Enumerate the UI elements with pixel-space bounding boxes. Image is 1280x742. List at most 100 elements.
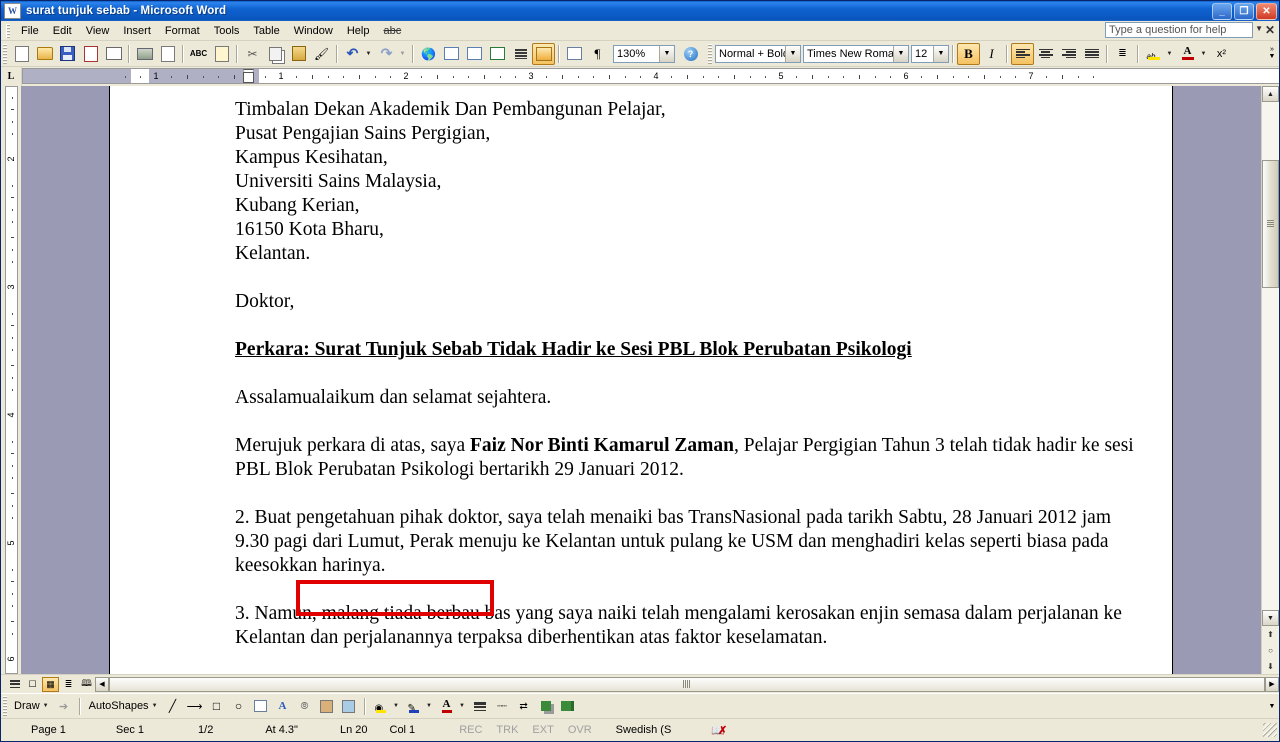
superscript-button[interactable]: x²: [1210, 43, 1233, 65]
email-icon[interactable]: [102, 43, 125, 65]
tab-selector-button[interactable]: L: [1, 67, 22, 86]
scroll-left-button[interactable]: ◀: [95, 676, 109, 692]
outline-view-button[interactable]: ≣: [60, 677, 77, 692]
standard-toolbar-grip[interactable]: [3, 43, 7, 64]
menu-help[interactable]: Help: [340, 23, 377, 39]
redo-icon[interactable]: ↷: [375, 43, 398, 65]
select-browse-object-button[interactable]: ○: [1262, 642, 1279, 658]
reading-layout-view-button[interactable]: 🕮: [78, 677, 95, 692]
status-ovr[interactable]: OVR: [556, 724, 594, 736]
menu-file[interactable]: File: [14, 23, 46, 39]
zoom-combo[interactable]: 130% ▼: [613, 44, 675, 63]
horizontal-ruler[interactable]: 1 1 2 3 4 5 6 7: [22, 68, 1279, 84]
vertical-scrollbar[interactable]: ▲ ▼ ⬆ ○ ⬇: [1261, 86, 1279, 674]
menu-insert[interactable]: Insert: [116, 23, 158, 39]
drawing-toolbar-overflow-icon[interactable]: ▼: [1266, 696, 1278, 716]
font-size-dropdown-icon[interactable]: ▼: [933, 45, 948, 62]
resize-grip[interactable]: [1263, 723, 1277, 737]
undo-dropdown-icon[interactable]: ▼: [364, 43, 375, 65]
horizontal-scroll-thumb[interactable]: [109, 676, 1265, 692]
document-text[interactable]: Timbalan Dekan Akademik Dan Pembangunan …: [110, 98, 1172, 650]
numbering-button[interactable]: ≣: [1111, 43, 1134, 65]
italic-button[interactable]: I: [980, 43, 1003, 65]
insert-table-icon[interactable]: [463, 43, 486, 65]
scroll-right-button[interactable]: ▶: [1265, 676, 1279, 692]
spelling-error-icon[interactable]: 📖 ✗: [711, 723, 727, 737]
insert-picture-icon[interactable]: [338, 696, 360, 716]
help-question-input[interactable]: Type a question for help: [1105, 22, 1253, 38]
insert-hyperlink-icon[interactable]: 🌎: [417, 43, 440, 65]
oval-icon[interactable]: ○: [228, 696, 250, 716]
print-layout-view-button[interactable]: ▦: [42, 676, 59, 692]
draw-menu-button[interactable]: Draw ▼: [10, 700, 53, 712]
autoshapes-dropdown-icon[interactable]: ▼: [152, 703, 158, 709]
drawing-toolbar-grip[interactable]: [3, 696, 7, 716]
status-language[interactable]: Swedish (S: [594, 724, 674, 736]
style-combo[interactable]: Normal + Bold, ▼: [715, 44, 801, 63]
formatting-toolbar-overflow-icon[interactable]: » ▼: [1266, 43, 1278, 63]
arrow-icon[interactable]: ⟶: [184, 696, 206, 716]
paste-icon[interactable]: [287, 43, 310, 65]
style-dropdown-icon[interactable]: ▼: [785, 45, 800, 62]
tables-and-borders-icon[interactable]: [440, 43, 463, 65]
scroll-up-button[interactable]: ▲: [1262, 86, 1279, 102]
document-page[interactable]: Timbalan Dekan Akademik Dan Pembangunan …: [109, 86, 1173, 674]
draw-dropdown-icon[interactable]: ▼: [43, 703, 49, 709]
font-dropdown-icon[interactable]: ▼: [893, 45, 908, 62]
spelling-grammar-icon[interactable]: ABC: [187, 43, 210, 65]
autoshapes-menu-button[interactable]: AutoShapes ▼: [85, 700, 162, 712]
font-color-dropdown-icon[interactable]: ▼: [1199, 43, 1210, 65]
fill-color-icon[interactable]: ◉: [370, 696, 392, 716]
next-page-button[interactable]: ⬇: [1262, 658, 1279, 674]
drawing-toggle-icon[interactable]: [532, 42, 555, 65]
minimize-button[interactable]: _: [1212, 2, 1232, 20]
format-painter-icon[interactable]: 🖌: [310, 43, 333, 65]
menu-window[interactable]: Window: [287, 23, 340, 39]
menu-grip[interactable]: [6, 23, 10, 38]
fill-color-dropdown-icon[interactable]: ▼: [392, 696, 403, 716]
text-box-icon[interactable]: [250, 696, 272, 716]
show-formatting-marks-icon[interactable]: ¶: [586, 43, 609, 65]
line-style-icon[interactable]: [469, 696, 491, 716]
zoom-dropdown-icon[interactable]: ▼: [659, 45, 674, 62]
bold-button[interactable]: B: [957, 42, 980, 65]
redo-dropdown-icon[interactable]: ▼: [398, 43, 409, 65]
previous-page-button[interactable]: ⬆: [1262, 626, 1279, 642]
rectangle-icon[interactable]: □: [206, 696, 228, 716]
print-icon[interactable]: [133, 43, 156, 65]
font-size-combo[interactable]: 12 ▼: [911, 44, 949, 63]
menu-table[interactable]: Table: [246, 23, 286, 39]
left-indent-marker[interactable]: [243, 72, 254, 83]
status-rec[interactable]: REC: [417, 724, 484, 736]
vertical-ruler[interactable]: 2 3 4 5 6: [1, 86, 21, 674]
research-icon[interactable]: [210, 43, 233, 65]
cut-icon[interactable]: ✂: [241, 43, 264, 65]
shadow-style-icon[interactable]: [535, 696, 557, 716]
arrow-style-icon[interactable]: ⇄: [513, 696, 535, 716]
permission-icon[interactable]: [79, 43, 102, 65]
columns-icon[interactable]: [509, 43, 532, 65]
status-ext[interactable]: EXT: [520, 724, 555, 736]
formatting-toolbar-grip[interactable]: [708, 43, 712, 64]
undo-icon[interactable]: ↶: [341, 43, 364, 65]
highlight-button[interactable]: ab: [1142, 43, 1165, 65]
3d-style-icon[interactable]: [557, 696, 579, 716]
font-combo[interactable]: Times New Roman ▼: [803, 44, 909, 63]
vertical-scroll-track[interactable]: [1262, 102, 1279, 610]
normal-view-button[interactable]: [6, 677, 23, 692]
maximize-button[interactable]: ❐: [1234, 2, 1254, 20]
new-document-icon[interactable]: [10, 43, 33, 65]
select-objects-icon[interactable]: ➔: [53, 696, 75, 716]
close-button[interactable]: ✕: [1256, 2, 1277, 20]
highlight-dropdown-icon[interactable]: ▼: [1165, 43, 1176, 65]
menu-tools[interactable]: Tools: [207, 23, 247, 39]
help-icon[interactable]: ?: [679, 43, 702, 65]
dash-style-icon[interactable]: ┄┄: [491, 696, 513, 716]
menu-format[interactable]: Format: [158, 23, 207, 39]
insert-excel-worksheet-icon[interactable]: [486, 43, 509, 65]
line-color-dropdown-icon[interactable]: ▼: [425, 696, 436, 716]
web-layout-view-button[interactable]: ☐: [24, 677, 41, 692]
drawing-font-color-dropdown-icon[interactable]: ▼: [458, 696, 469, 716]
insert-diagram-icon[interactable]: ⦾: [294, 696, 316, 716]
align-right-button[interactable]: [1057, 43, 1080, 65]
